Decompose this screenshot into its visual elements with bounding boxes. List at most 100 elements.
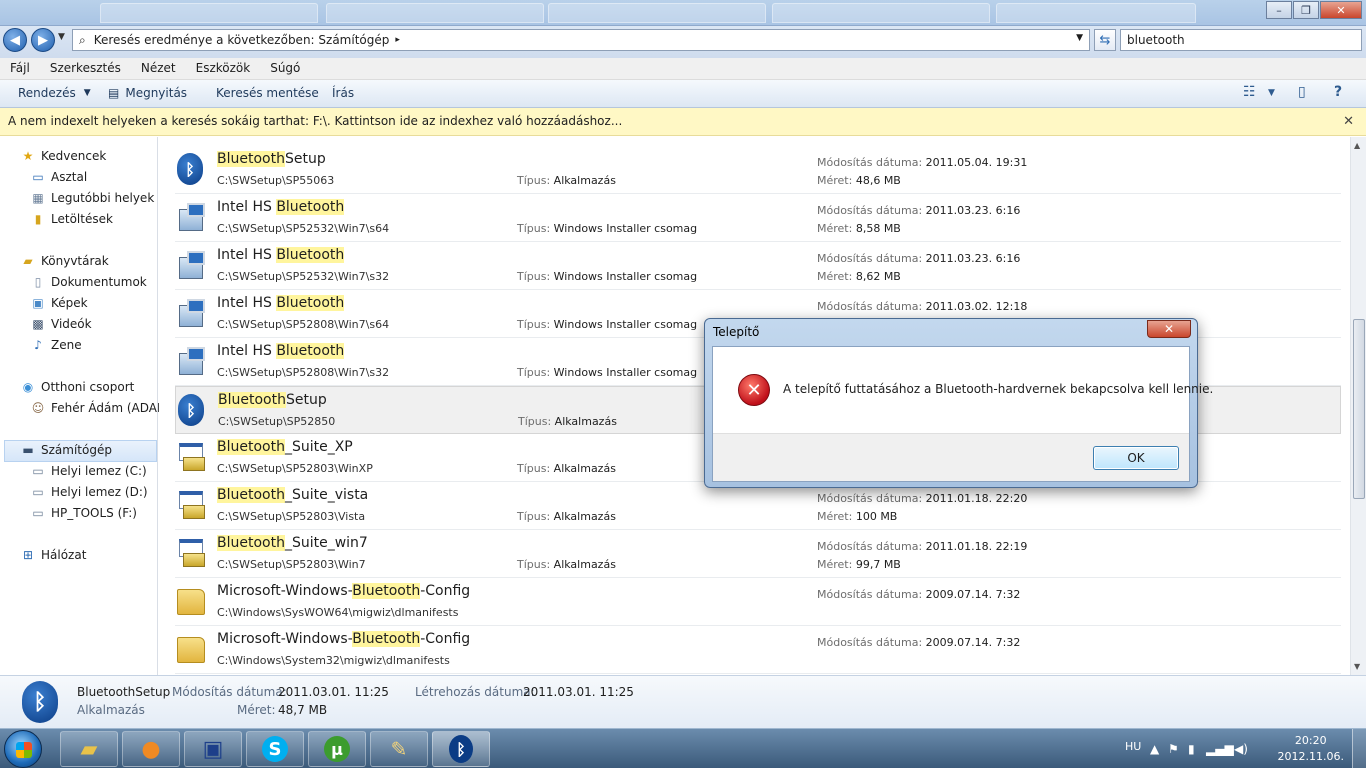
nav-music[interactable]: ♪ Zene [30,338,82,352]
view-options-icon[interactable]: ☷ [1243,84,1256,100]
taskbar-utorrent[interactable]: µ [308,731,366,767]
signal-strength-icon[interactable]: ▂▄▆ [1206,742,1234,756]
result-row[interactable]: ᛒ BluetoothSetup C:\SWSetup\SP55063 Típus: … [175,146,1341,194]
result-row[interactable]: Microsoft-Windows-Bluetooth-Config C:\Win… [175,578,1341,626]
setup-app-icon [177,489,207,521]
menu-tools[interactable]: Eszközök [186,58,261,79]
nav-desktop[interactable]: ▭ Asztal [30,170,87,184]
close-icon[interactable]: ✕ [1343,114,1354,129]
taskbar-skype[interactable]: S [246,731,304,767]
result-type: Típus: Windows Installer csomag [517,366,697,379]
vertical-scrollbar[interactable]: ▲ ▼ [1350,137,1366,675]
minimize-button[interactable]: – [1266,1,1292,19]
drive-icon: ▭ [32,464,44,478]
action-center-flag-icon[interactable]: ⚑ [1168,742,1179,756]
clock[interactable]: 20:20 2012.11.06. [1278,733,1344,765]
dialog-close-button[interactable]: ✕ [1147,320,1191,338]
dialog-title: Telepítő [713,325,760,339]
nav-videos[interactable]: ▩ Videók [30,317,91,331]
open-button[interactable]: ▤ Megnyitás [108,86,187,100]
background-tab[interactable] [100,3,318,23]
taskbar-bluetooth-setup[interactable]: ᛒ [432,731,490,767]
taskbar-paint[interactable]: ✎ [370,731,428,767]
nav-user[interactable]: ☺ Fehér Ádám (ADAM [30,401,168,415]
address-dropdown-icon[interactable]: ▼ [1076,33,1083,43]
search-highlight: Bluetooth [217,487,285,503]
background-tab[interactable] [326,3,544,23]
nav-libraries[interactable]: ▰ Könyvtárak [20,254,108,268]
menu-file[interactable]: Fájl [0,58,40,79]
nav-drive-d[interactable]: ▭ Helyi lemez (D:) [30,485,147,499]
scroll-down-icon[interactable]: ▼ [1354,662,1360,671]
modified-value: 2011.03.23. 6:16 [925,204,1021,217]
modified-label: Módosítás dátuma: [817,300,923,313]
forward-button[interactable]: ▶ [31,28,55,52]
nav-documents[interactable]: ▯ Dokumentumok [30,275,147,289]
result-path: C:\SWSetup\SP52532\Win7\s64 [217,222,390,235]
preview-pane-icon[interactable]: ▯ [1298,84,1306,100]
result-name: Bluetooth_Suite_win7 [217,535,368,551]
taskbar-firefox[interactable]: ● [122,731,180,767]
menu-edit[interactable]: Szerkesztés [40,58,131,79]
tray-expand-icon[interactable]: ▲ [1150,742,1159,756]
address-bar[interactable]: ⌕ Keresés eredménye a következőben: Szám… [72,29,1090,51]
restore-button[interactable]: ❐ [1293,1,1319,19]
result-row[interactable]: Intel HS Bluetooth C:\SWSetup\SP52532\Win… [175,194,1341,242]
nav-computer[interactable]: ▬ Számítógép [20,443,112,457]
refresh-button[interactable]: ⇆ [1094,29,1116,51]
result-size: Méret: 99,7 MB [817,558,901,571]
installer-error-dialog: Telepítő ✕ ✕ A telepítő futtatásához a B… [704,318,1213,488]
menu-help[interactable]: Súgó [260,58,310,79]
language-indicator[interactable]: HU [1125,740,1141,753]
taskbar-save-app[interactable]: ▣ [184,731,242,767]
result-row[interactable]: Microsoft-Windows-Bluetooth-Config C:\Win… [175,626,1341,674]
search-input[interactable]: bluetooth [1120,29,1362,51]
result-row[interactable]: Bluetooth_Suite_vista C:\SWSetup\SP52803\… [175,482,1341,530]
nav-network[interactable]: ⊞ Hálózat [20,548,86,562]
nav-favorites[interactable]: ★ Kedvencek [20,149,107,163]
taskbar-explorer[interactable]: ▰ [60,731,118,767]
nav-downloads[interactable]: ▮ Letöltések [30,212,113,226]
type-label: Típus: [517,318,551,331]
search-highlight: Bluetooth [276,295,345,311]
nav-drive-f[interactable]: ▭ HP_TOOLS (F:) [30,506,137,520]
result-modified: Módosítás dátuma: 2009.07.14. 7:32 [817,636,1020,649]
size-label: Méret: [817,510,853,523]
ok-button[interactable]: OK [1093,446,1179,470]
start-button[interactable] [4,730,42,768]
volume-icon[interactable]: ◀) [1234,742,1248,756]
help-icon[interactable]: ? [1334,84,1342,100]
size-value: 100 MB [855,510,898,523]
close-button[interactable]: ✕ [1320,1,1362,19]
installer-icon [177,249,207,281]
size-value: 8,62 MB [855,270,901,283]
type-value: Alkalmazás [553,510,616,523]
result-row[interactable]: Bluetooth_Suite_win7 C:\SWSetup\SP52803\W… [175,530,1341,578]
organize-button[interactable]: Rendezés ▼ [18,86,91,100]
scroll-up-icon[interactable]: ▲ [1354,141,1360,150]
menu-view[interactable]: Nézet [131,58,186,79]
burn-button[interactable]: Írás [332,86,354,100]
chevron-right-icon[interactable]: ▸ [395,35,400,45]
back-button[interactable]: ◀ [3,28,27,52]
index-info-bar[interactable]: A nem indexelt helyeken a keresés sokáig… [0,108,1366,136]
nav-label: Zene [51,338,82,352]
result-row[interactable]: Intel HS Bluetooth C:\SWSetup\SP52532\Win… [175,242,1341,290]
save-search-button[interactable]: Keresés mentése [216,86,319,100]
size-value: 8,58 MB [855,222,901,235]
view-dropdown-icon[interactable]: ▼ [1268,88,1275,98]
background-tab[interactable] [772,3,990,23]
background-tab[interactable] [996,3,1196,23]
nav-drive-c[interactable]: ▭ Helyi lemez (C:) [30,464,146,478]
nav-label: Asztal [51,170,88,184]
nav-homegroup[interactable]: ◉ Otthoni csoport [20,380,135,394]
scrollbar-thumb[interactable] [1353,319,1365,499]
nav-pictures[interactable]: ▣ Képek [30,296,87,310]
dialog-message: A telepítő futtatásához a Bluetooth-hard… [783,382,1214,396]
background-tab[interactable] [548,3,766,23]
nav-recent-places[interactable]: ▦ Legutóbbi helyek [30,191,154,205]
show-desktop-button[interactable] [1352,729,1366,768]
name-prefix: Intel HS [217,247,277,263]
recent-pages-dropdown-icon[interactable]: ▼ [58,32,65,42]
battery-icon[interactable]: ▮ [1188,742,1195,756]
